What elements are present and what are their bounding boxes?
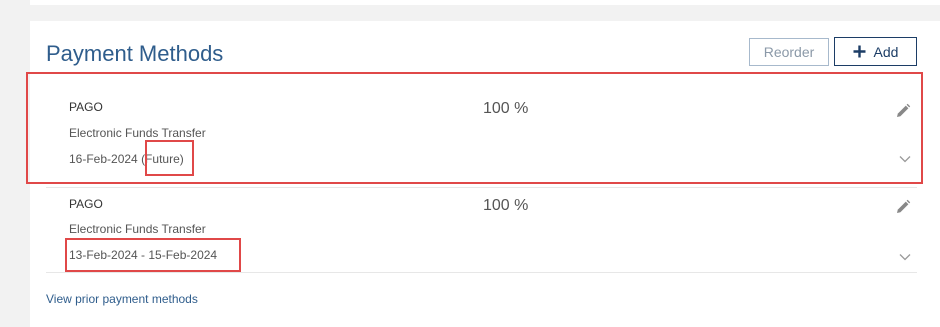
- chevron-down-icon[interactable]: [899, 253, 911, 261]
- pencil-icon[interactable]: [895, 199, 911, 215]
- add-label: Add: [873, 43, 899, 60]
- section-title: Payment Methods: [46, 41, 224, 66]
- view-prior-payment-methods-link[interactable]: View prior payment methods: [46, 292, 198, 306]
- payment-name: PAGO: [69, 197, 103, 211]
- reorder-label: Reorder: [763, 44, 815, 60]
- payment-percent: 100 %: [483, 197, 529, 214]
- payment-method-type: Electronic Funds Transfer: [69, 222, 206, 236]
- previous-card: [30, 0, 940, 5]
- highlight-box: [65, 238, 241, 272]
- plus-icon: [853, 45, 866, 58]
- reorder-button[interactable]: Reorder: [749, 38, 829, 66]
- highlight-box: [145, 140, 194, 176]
- add-button[interactable]: Add: [834, 37, 917, 66]
